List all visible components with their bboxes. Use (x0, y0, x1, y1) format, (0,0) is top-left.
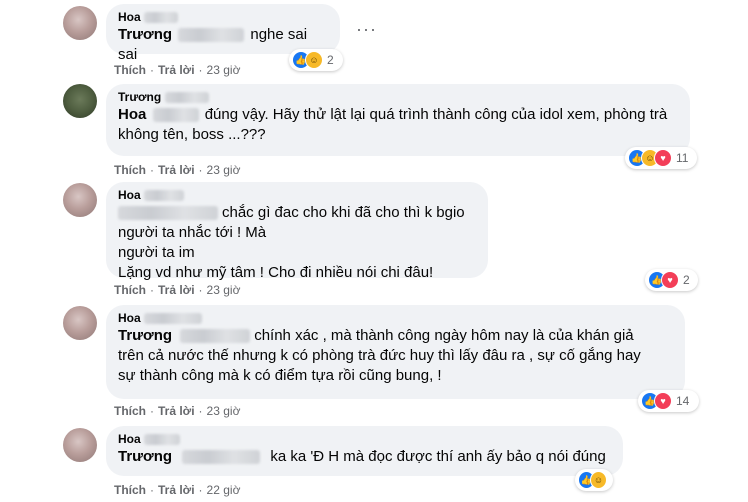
like-button[interactable]: Thích (114, 483, 146, 497)
comment-actions: Thích · Trả lời · 23 giờ (114, 283, 241, 297)
avatar[interactable] (63, 428, 97, 462)
reaction-summary[interactable]: 👍 ♥ 2 (645, 269, 698, 291)
timestamp[interactable]: 23 giờ (207, 63, 241, 77)
reaction-count: 2 (327, 53, 334, 67)
like-button[interactable]: Thích (114, 63, 146, 77)
reply-button[interactable]: Trả lời (158, 63, 195, 77)
comment-actions: Thích · Trả lời · 22 giờ (114, 483, 241, 497)
reply-button[interactable]: Trả lời (158, 163, 195, 177)
comment-bubble: Hoa Trương ka ka 'Đ H mà đọc được thí an… (106, 426, 623, 476)
haha-icon: ☺ (590, 471, 607, 489)
heart-icon: ♥ (654, 149, 672, 167)
reaction-summary[interactable]: 👍 ☺ (575, 469, 613, 491)
comment-actions: Thích · Trả lời · 23 giờ (114, 63, 241, 77)
redacted-name (144, 12, 179, 24)
comment-text: Trương chính xác , mà thành công ngày hô… (118, 327, 641, 384)
comment-bubble: Hoa Trương nghe sai sai (106, 4, 340, 63)
redacted-name (182, 450, 261, 465)
reply-button[interactable]: Trả lời (158, 483, 195, 497)
more-options-icon[interactable]: ··· (356, 20, 377, 38)
redacted-name (164, 92, 209, 104)
timestamp[interactable]: 23 giờ (207, 283, 241, 297)
comment-author[interactable]: Hoa (118, 432, 611, 447)
like-button[interactable]: Thích (114, 283, 146, 297)
reply-button[interactable]: Trả lời (158, 283, 195, 297)
comment-author[interactable]: Hoa (118, 188, 476, 203)
avatar[interactable] (63, 6, 97, 40)
timestamp[interactable]: 22 giờ (207, 483, 241, 497)
redacted-name (144, 190, 185, 202)
reaction-summary[interactable]: 👍 ☺ ♥ 11 (625, 147, 697, 169)
redacted-name (178, 28, 245, 43)
comment-text: Hoa đúng vậy. Hãy thử lật lại quá trình … (118, 106, 668, 143)
reaction-summary[interactable]: 👍 ☺ 2 (289, 49, 343, 71)
timestamp[interactable]: 23 giờ (207, 163, 241, 177)
redacted-name (144, 313, 203, 325)
comment-bubble: Trương Hoa đúng vậy. Hãy thử lật lại quá… (106, 84, 690, 156)
comment-actions: Thích · Trả lời · 23 giờ (114, 163, 241, 177)
comment-text: Trương ka ka 'Đ H mà đọc được thí anh ấy… (118, 448, 606, 465)
redacted-name (152, 108, 199, 123)
mention[interactable]: Trương (118, 448, 172, 465)
comment-author[interactable]: Hoa (118, 311, 673, 326)
redacted-name (180, 329, 251, 344)
reply-button[interactable]: Trả lời (158, 404, 195, 418)
redacted-name (144, 434, 181, 446)
comment-bubble: Hoa Trương chính xác , mà thành công ngà… (106, 305, 685, 399)
avatar[interactable] (63, 183, 97, 217)
comment-author[interactable]: Hoa (118, 10, 328, 25)
reaction-count: 11 (676, 151, 689, 165)
like-button[interactable]: Thích (114, 163, 146, 177)
mention[interactable]: Trương (118, 327, 172, 344)
reaction-count: 14 (676, 394, 690, 408)
comment-actions: Thích · Trả lời · 23 giờ (114, 404, 241, 418)
avatar[interactable] (63, 306, 97, 340)
timestamp[interactable]: 23 giờ (207, 404, 241, 418)
heart-icon: ♥ (654, 392, 672, 410)
heart-icon: ♥ (661, 271, 679, 289)
reaction-summary[interactable]: 👍 ♥ 14 (638, 390, 699, 412)
haha-icon: ☺ (305, 51, 323, 69)
comment-text: chắc gì đac cho khi đã cho thì k bgio ng… (118, 204, 465, 281)
redacted-name (118, 206, 218, 221)
mention[interactable]: Trương (118, 26, 172, 43)
reaction-count: 2 (683, 273, 690, 287)
like-button[interactable]: Thích (114, 404, 146, 418)
mention[interactable]: Hoa (118, 106, 146, 123)
avatar[interactable] (63, 84, 97, 118)
comment-author[interactable]: Trương (118, 90, 678, 105)
comment-bubble: Hoa chắc gì đac cho khi đã cho thì k bgi… (106, 182, 488, 281)
